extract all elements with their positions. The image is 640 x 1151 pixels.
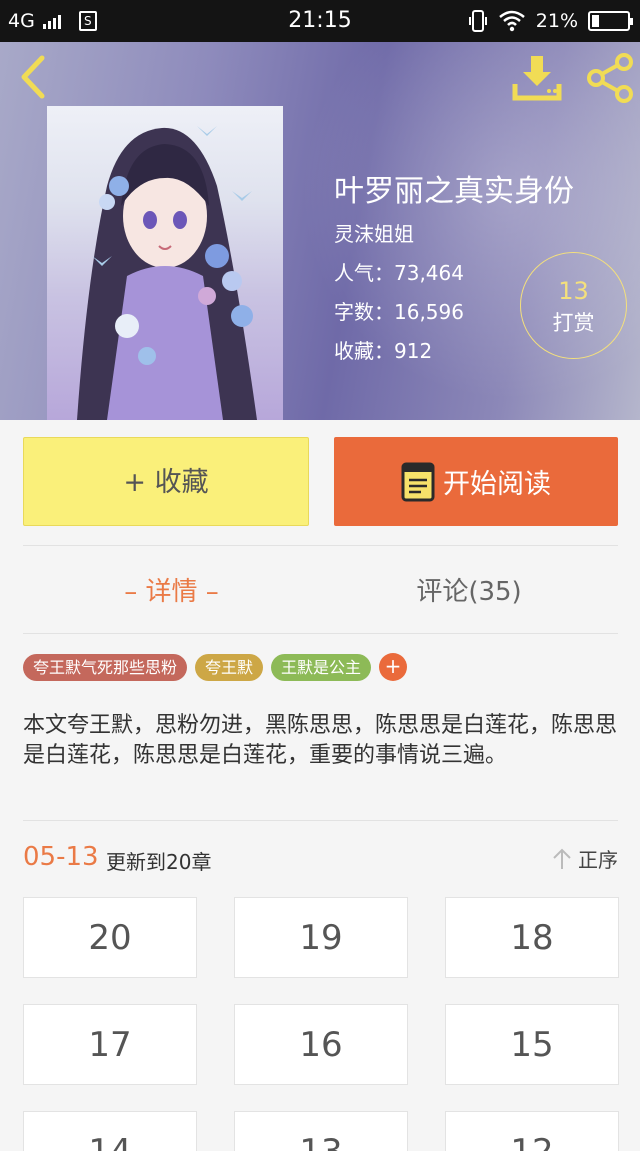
chapter-grid: 20 19 18 17 16 15 14 13 12 — [23, 897, 619, 1151]
divider — [23, 820, 618, 821]
download-button[interactable] — [512, 54, 562, 102]
status-right: 21% — [468, 9, 633, 33]
book-description: 本文夸王默，思粉勿进，黑陈思思，陈思思是白莲花，陈思思是白莲花，陈思思是白莲花，… — [23, 713, 618, 768]
wifi-icon — [498, 10, 525, 32]
chapter-button[interactable]: 20 — [23, 897, 197, 978]
chapter-button[interactable]: 16 — [234, 1004, 408, 1085]
status-bar: 4G S 21:15 21% — [0, 0, 640, 42]
back-button[interactable] — [14, 54, 50, 100]
add-tag-button[interactable]: + — [379, 653, 408, 681]
share-button[interactable] — [584, 52, 636, 104]
chevron-left-icon — [21, 55, 45, 99]
book-author[interactable]: 灵沫姐姐 — [334, 218, 414, 247]
reward-count: 13 — [558, 277, 589, 305]
reward-label: 打赏 — [552, 311, 595, 335]
arrow-up-icon — [553, 848, 571, 869]
vibrate-icon — [468, 10, 487, 32]
tab-comments[interactable]: 评论(35) — [320, 545, 618, 633]
start-reading-label: 开始阅读 — [443, 469, 551, 500]
battery-icon — [588, 11, 633, 31]
share-icon — [587, 53, 633, 103]
favorites-stat: 收藏：912 — [334, 339, 433, 363]
book-header: 叶罗丽之真实身份 灵沫姐姐 人气：73,464 字数：16,596 收藏：912… — [0, 42, 640, 420]
book-cover[interactable] — [47, 106, 283, 420]
cover-illustration — [77, 126, 257, 420]
download-icon — [512, 56, 562, 101]
chapter-button[interactable]: 18 — [445, 897, 619, 978]
tab-details[interactable]: – 详情 – — [23, 545, 320, 633]
tag-list: 夸王默气死那些思粉 夸王默 王默是公主 + — [23, 653, 408, 681]
chapter-button[interactable]: 17 — [23, 1004, 197, 1085]
chapter-button[interactable]: 13 — [234, 1111, 408, 1151]
tag-item[interactable]: 王默是公主 — [271, 653, 372, 681]
start-reading-button[interactable]: 开始阅读 — [334, 437, 618, 526]
tag-item[interactable]: 夸王默气死那些思粉 — [23, 653, 188, 681]
sort-order-button[interactable]: 正序 — [552, 844, 618, 873]
book-icon — [401, 462, 435, 501]
update-status: 更新到20章 — [106, 850, 212, 874]
chapter-button[interactable]: 14 — [23, 1111, 197, 1151]
add-to-favorites-button[interactable]: + 收藏 — [23, 437, 309, 526]
chapter-button[interactable]: 15 — [445, 1004, 619, 1085]
popularity-stat: 人气：73,464 — [334, 261, 464, 285]
sort-order-label: 正序 — [578, 848, 618, 872]
tag-item[interactable]: 夸王默 — [195, 653, 264, 681]
word-count-stat: 字数：16,596 — [334, 300, 464, 324]
chapter-button[interactable]: 12 — [445, 1111, 619, 1151]
update-date: 05-13 — [23, 842, 99, 872]
battery-percent: 21% — [535, 10, 578, 32]
chapter-button[interactable]: 19 — [234, 897, 408, 978]
reward-button[interactable]: 13 打赏 — [520, 252, 627, 359]
book-title: 叶罗丽之真实身份 — [334, 174, 574, 209]
divider — [23, 633, 618, 634]
